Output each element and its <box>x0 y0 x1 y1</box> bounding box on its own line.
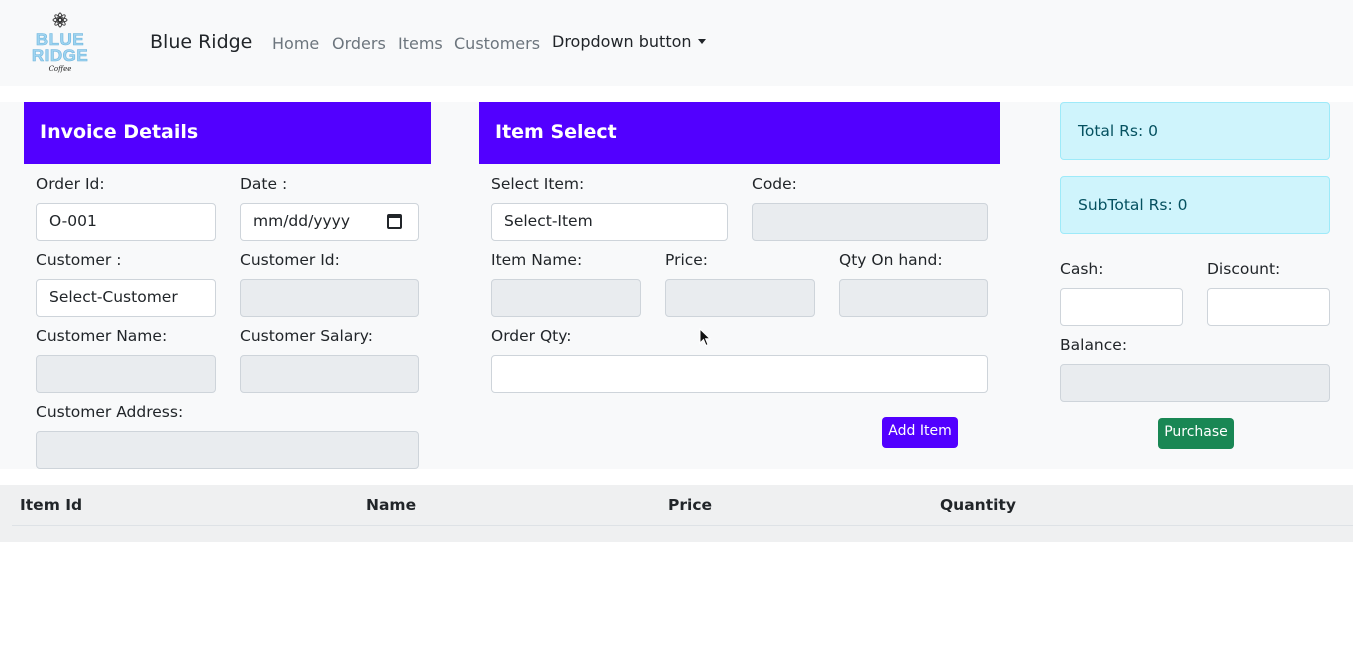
table-header-quantity: Quantity <box>940 496 1016 514</box>
customer-id-label: Customer Id: <box>240 251 340 269</box>
dropdown-label: Dropdown button <box>552 32 692 51</box>
balance-label: Balance: <box>1060 336 1128 354</box>
order-qty-input[interactable] <box>491 355 988 393</box>
order-id-input[interactable]: O-001 <box>36 203 216 241</box>
cash-label: Cash: <box>1060 260 1104 278</box>
customer-name-label: Customer Name: <box>36 327 168 345</box>
add-item-button[interactable]: Add Item <box>882 417 958 448</box>
logo-tagline: Coffee <box>48 65 72 73</box>
item-name-field[interactable] <box>491 279 641 317</box>
price-field[interactable] <box>665 279 815 317</box>
discount-input[interactable] <box>1207 288 1330 326</box>
balance-field[interactable] <box>1060 364 1330 402</box>
cash-input[interactable] <box>1060 288 1183 326</box>
customer-id-field[interactable] <box>240 279 419 317</box>
discount-label: Discount: <box>1207 260 1281 278</box>
customer-label: Customer : <box>36 251 122 269</box>
customer-salary-field[interactable] <box>240 355 419 393</box>
code-field[interactable] <box>752 203 988 241</box>
caret-down-icon <box>697 39 706 44</box>
date-placeholder: mm/dd/yyyy <box>253 212 351 230</box>
date-input[interactable]: mm/dd/yyyy <box>240 203 419 241</box>
nav-link-home[interactable]: Home <box>272 34 319 53</box>
brand-logo[interactable]: BLUE RIDGE Coffee <box>22 11 98 75</box>
logo-word-blue: BLUE <box>35 30 85 49</box>
dropdown-button[interactable]: Dropdown button <box>552 32 706 51</box>
item-name-label: Item Name: <box>491 251 583 269</box>
customer-name-field[interactable] <box>36 355 216 393</box>
item-select-header: Item Select <box>479 102 1000 164</box>
item-select[interactable]: Select-Item <box>491 203 728 241</box>
nav-link-orders[interactable]: Orders <box>332 34 386 53</box>
order-qty-label: Order Qty: <box>491 327 572 345</box>
code-label: Code: <box>752 175 797 193</box>
calendar-icon[interactable] <box>387 214 402 229</box>
price-label: Price: <box>665 251 709 269</box>
table-header-name: Name <box>366 496 417 514</box>
customer-salary-label: Customer Salary: <box>240 327 373 345</box>
order-id-label: Order Id: <box>36 175 105 193</box>
brand-name[interactable]: Blue Ridge <box>150 31 252 53</box>
date-label: Date : <box>240 175 288 193</box>
customer-address-field[interactable] <box>36 431 419 469</box>
qty-on-hand-field[interactable] <box>839 279 988 317</box>
mouse-cursor-icon <box>699 328 711 347</box>
select-item-label: Select Item: <box>491 175 585 193</box>
subtotal-alert: SubTotal Rs: 0 <box>1060 176 1330 234</box>
table-header-item-id: Item Id <box>20 496 83 514</box>
invoice-details-header: Invoice Details <box>24 102 431 164</box>
customer-select[interactable]: Select-Customer <box>36 279 216 317</box>
navbar: BLUE RIDGE Coffee Blue Ridge Home Orders… <box>0 0 1353 86</box>
table-divider <box>12 525 1353 526</box>
table-header-price: Price <box>668 496 713 514</box>
purchase-button[interactable]: Purchase <box>1158 418 1234 449</box>
nav-link-items[interactable]: Items <box>398 34 443 53</box>
nav-link-customers[interactable]: Customers <box>454 34 540 53</box>
qty-on-hand-label: Qty On hand: <box>839 251 943 269</box>
lotus-icon <box>52 12 68 28</box>
logo-word-ridge: RIDGE <box>31 46 89 65</box>
customer-address-label: Customer Address: <box>36 403 184 421</box>
total-alert: Total Rs: 0 <box>1060 102 1330 160</box>
